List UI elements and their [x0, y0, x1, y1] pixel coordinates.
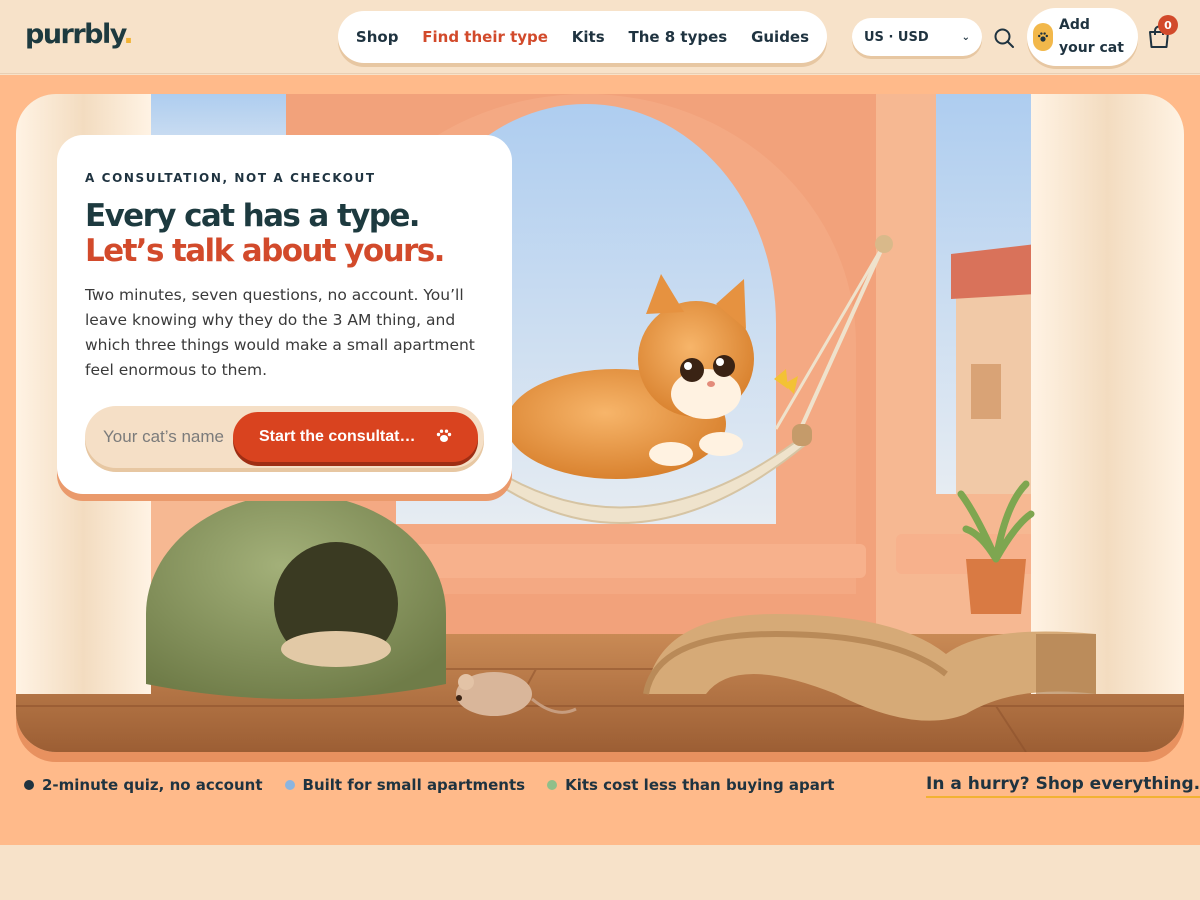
feature-dot [547, 780, 558, 790]
nav-item-find-their-type[interactable]: Find their type [422, 28, 548, 46]
cart-count-badge: 0 [1158, 15, 1178, 35]
currency-selector[interactable]: US · USD ⌄ [852, 18, 982, 56]
add-your-cat-label: Add your cat [1059, 17, 1124, 56]
hero-body-copy: Two minutes, seven questions, no account… [85, 286, 475, 379]
brand-logo[interactable]: purrbly. [25, 19, 134, 50]
currency-value: US · USD [864, 29, 929, 45]
feature-dot [284, 780, 295, 790]
paw-icon [1033, 23, 1053, 51]
nav-item-kits[interactable]: Kits [572, 28, 605, 46]
feature-dot [24, 780, 34, 790]
search-icon [994, 28, 1014, 48]
headline-line-1: Every cat has a type. [85, 198, 421, 234]
main-nav: Shop Find their type Kits The 8 types Gu… [338, 11, 827, 63]
feature-item: Built for small apartments [284, 776, 526, 794]
feature-label: Kits cost less than buying apart [565, 776, 835, 794]
brand-name: purrbly [25, 19, 125, 50]
feature-item: 2-minute quiz, no account [24, 776, 263, 794]
eyebrow-text: A CONSULTATION, NOT A CHECKOUT [85, 171, 376, 185]
feature-label: 2-minute quiz, no account [42, 776, 263, 794]
nav-item-the-8-types[interactable]: The 8 types [628, 28, 727, 46]
cat-name-input[interactable] [103, 406, 231, 468]
feature-label: Built for small apartments [302, 776, 526, 794]
shop-everything-link[interactable]: In a hurry? Shop everything.→ [926, 774, 1200, 798]
paw-icon [436, 429, 452, 442]
start-consultation-button[interactable]: Start the consultat… [233, 412, 478, 462]
add-your-cat-button[interactable]: Add your cat [1027, 8, 1138, 66]
consultation-card: A CONSULTATION, NOT A CHECKOUT Every cat… [57, 135, 512, 494]
nav-item-shop[interactable]: Shop [356, 28, 399, 46]
feature-item: Kits cost less than buying apart [547, 776, 834, 794]
site-header: purrbly. Shop Find their type Kits The 8… [0, 0, 1200, 74]
start-consultation-label: Start the consultat… [259, 428, 416, 445]
shop-everything-label: In a hurry? Shop everything. [926, 774, 1200, 794]
feature-list: 2-minute quiz, no account Built for smal… [24, 776, 856, 794]
search-button[interactable] [990, 24, 1018, 52]
consultation-form: Start the consultat… [85, 406, 484, 468]
headline-line-2: Let’s talk about yours. [85, 233, 445, 269]
chevron-down-icon: ⌄ [961, 31, 970, 43]
brand-dot: . [123, 19, 133, 50]
nav-item-guides[interactable]: Guides [751, 28, 809, 46]
